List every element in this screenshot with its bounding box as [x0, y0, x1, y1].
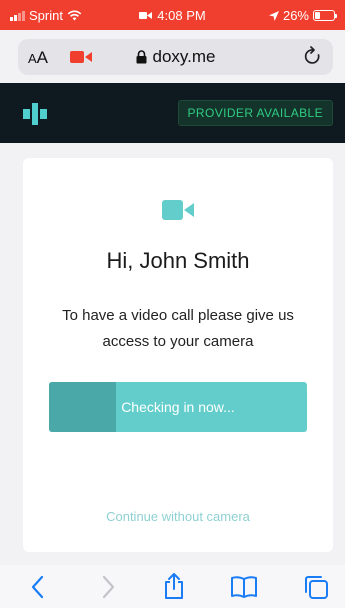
- url-domain: doxy.me: [152, 47, 216, 66]
- battery-icon: [313, 10, 337, 21]
- url-display[interactable]: doxy.me: [18, 47, 333, 67]
- checkin-card: Hi, John Smith To have a video call plea…: [23, 158, 333, 552]
- provider-status-badge: PROVIDER AVAILABLE: [177, 100, 333, 126]
- reload-icon[interactable]: [303, 46, 323, 68]
- back-icon[interactable]: [30, 575, 46, 599]
- tabs-icon[interactable]: [303, 574, 329, 600]
- status-bar: Sprint 4:08 PM 26%: [0, 0, 345, 30]
- video-camera-icon: [162, 200, 194, 220]
- share-icon[interactable]: [163, 572, 185, 600]
- greeting-heading: Hi, John Smith: [106, 248, 250, 273]
- url-field[interactable]: AA doxy.me: [18, 39, 333, 75]
- video-icon-wrapper: [23, 200, 333, 225]
- camera-instructions: To have a video call please give us acce…: [62, 307, 294, 350]
- lock-icon: [136, 50, 146, 64]
- forward-icon[interactable]: [100, 575, 116, 599]
- browser-toolbar: [0, 565, 345, 608]
- battery-group: 26%: [268, 8, 337, 23]
- battery-percent: 26%: [282, 8, 309, 23]
- bookmarks-icon[interactable]: [230, 575, 258, 599]
- app-header: PROVIDER AVAILABLE: [0, 83, 345, 143]
- browser-address-bar: AA doxy.me: [0, 30, 345, 83]
- continue-without-camera-link[interactable]: Continue without camera: [23, 509, 333, 524]
- camera-indicator-icon: [139, 12, 153, 19]
- location-arrow-icon: [268, 10, 279, 21]
- checkin-button[interactable]: Checking in now...: [49, 382, 307, 432]
- doxy-logo-icon[interactable]: [23, 103, 47, 125]
- clock: 4:08 PM: [157, 8, 206, 23]
- checkin-button-label: Checking in now...: [121, 399, 235, 415]
